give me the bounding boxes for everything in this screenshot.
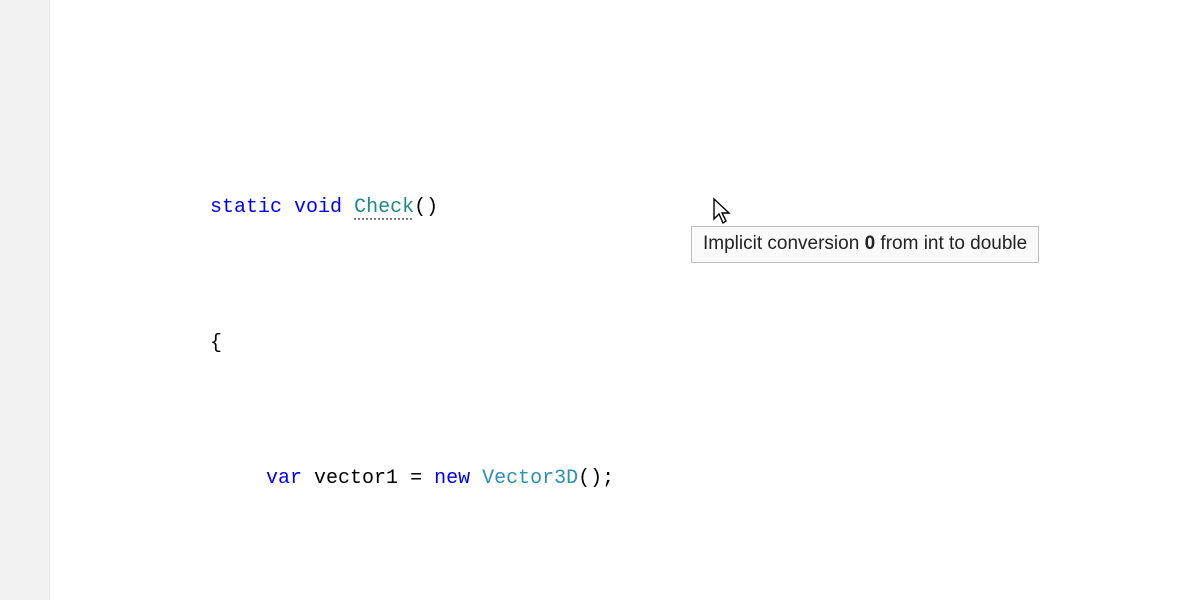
brace-open: { bbox=[210, 332, 222, 355]
code-editor[interactable]: static void Check() { var vector1 = new … bbox=[50, 0, 1200, 600]
method-name-check[interactable]: Check bbox=[354, 196, 414, 219]
keyword-static: static bbox=[210, 196, 282, 219]
parens: () bbox=[414, 196, 438, 219]
code-line[interactable]: { bbox=[210, 327, 1200, 361]
type-vector3d: Vector3D bbox=[482, 467, 578, 490]
keyword-var: var bbox=[266, 467, 302, 490]
parens: () bbox=[578, 467, 602, 490]
operator-equals: = bbox=[410, 467, 422, 490]
keyword-new: new bbox=[434, 467, 470, 490]
identifier-vector1: vector1 bbox=[314, 467, 398, 490]
keyword-void: void bbox=[294, 196, 342, 219]
tooltip-prefix: Implicit conversion bbox=[703, 233, 865, 254]
editor-gutter bbox=[0, 0, 50, 600]
semicolon: ; bbox=[602, 467, 614, 490]
hover-tooltip: Implicit conversion 0 from int to double bbox=[691, 226, 1039, 263]
code-line[interactable]: var vector1 = new Vector3D(); bbox=[210, 462, 1200, 496]
tooltip-suffix: from int to double bbox=[875, 233, 1027, 254]
code-line[interactable]: static void Check() bbox=[210, 191, 1200, 225]
tooltip-value: 0 bbox=[865, 233, 876, 254]
